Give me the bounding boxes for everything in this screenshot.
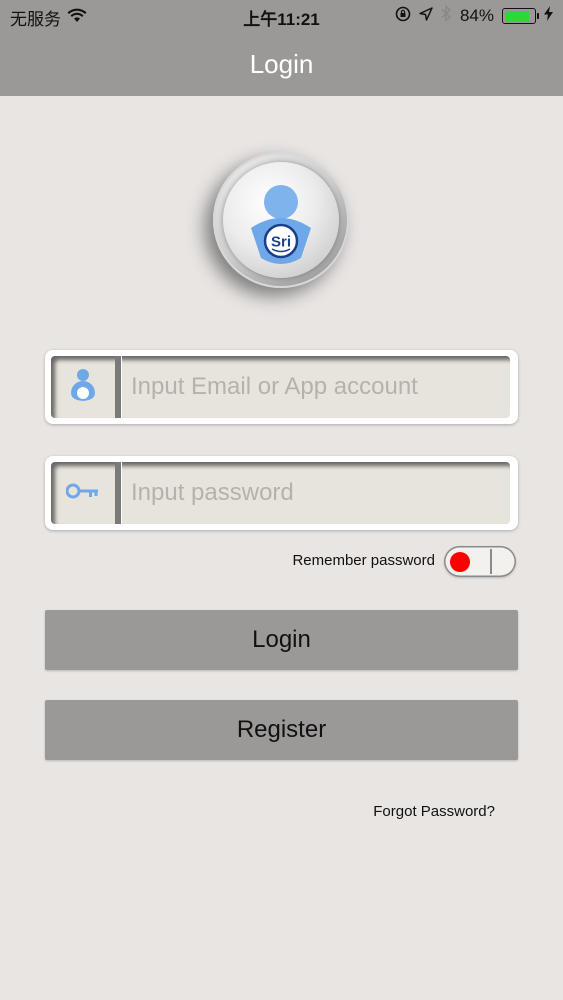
password-icon-box — [51, 462, 115, 524]
battery-percent: 84% — [459, 6, 494, 25]
account-input[interactable] — [121, 356, 510, 418]
status-right: 84% — [395, 4, 553, 27]
remember-password-toggle[interactable] — [444, 546, 516, 577]
charging-bolt-icon — [544, 6, 553, 26]
nav-bar: Login — [0, 32, 563, 96]
password-field — [45, 456, 518, 530]
battery-level-fill — [504, 10, 529, 22]
password-field-well — [51, 462, 510, 524]
account-icon-box — [51, 356, 115, 418]
toggle-separator — [490, 549, 492, 574]
battery-icon — [502, 8, 539, 24]
login-button[interactable]: Login — [45, 610, 518, 670]
location-arrow-icon — [419, 6, 433, 26]
forgot-password-link[interactable]: Forgot Password? — [373, 803, 495, 820]
remember-password-label: Remember password — [292, 552, 435, 569]
status-bar: 无服务 上午11:21 84% — [0, 0, 563, 32]
toggle-knob — [450, 552, 470, 572]
account-field — [45, 350, 518, 424]
password-input[interactable] — [121, 462, 510, 524]
page-title: Login — [249, 48, 314, 79]
orientation-lock-icon — [395, 6, 411, 27]
account-field-well — [51, 356, 510, 418]
user-icon — [68, 367, 98, 408]
register-button[interactable]: Register — [45, 700, 518, 760]
user-logo-icon: Sri — [251, 185, 311, 264]
bluetooth-icon — [441, 4, 452, 27]
app-logo: Sri — [213, 152, 349, 288]
key-icon — [65, 483, 100, 504]
logo-disc: Sri — [223, 162, 339, 278]
logo-text: Sri — [271, 234, 291, 251]
